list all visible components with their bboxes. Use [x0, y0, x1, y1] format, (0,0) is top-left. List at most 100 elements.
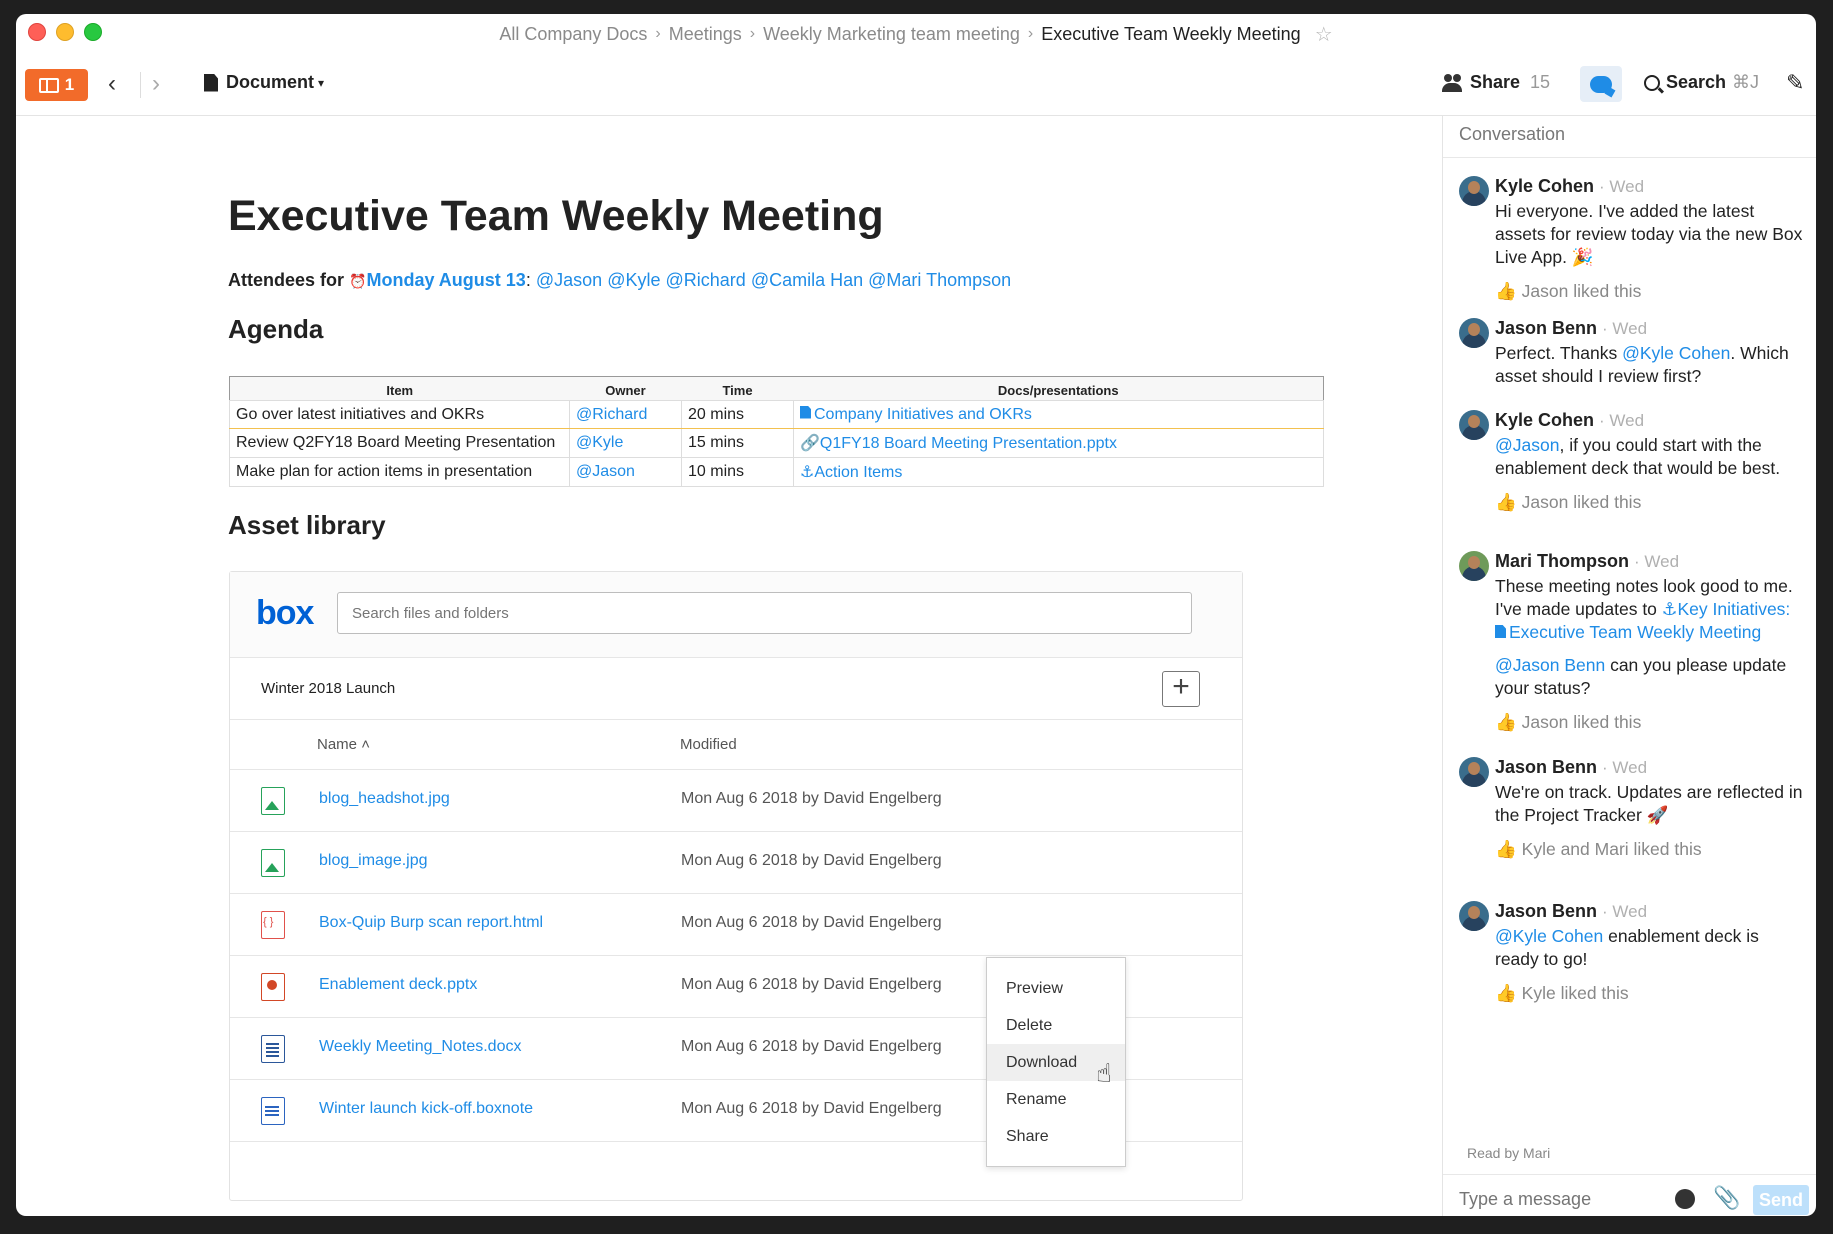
- doc-link[interactable]: Action Items: [814, 464, 902, 481]
- like-text: Jason liked this: [1521, 492, 1642, 512]
- box-logo: box: [256, 594, 314, 632]
- like-line[interactable]: 👍 Jason liked this: [1495, 281, 1804, 302]
- mention-link[interactable]: @Jason: [536, 270, 602, 290]
- star-icon[interactable]: ☆: [1315, 22, 1333, 47]
- table-cell[interactable]: 20 mins: [681, 400, 794, 429]
- message-time: · Wed: [1634, 552, 1680, 571]
- file-name-link[interactable]: Box-Quip Burp scan report.html: [319, 914, 543, 932]
- doc-link[interactable]: ⚓Key Initiatives:: [1662, 599, 1791, 619]
- doc-link-cell[interactable]: ⚓Action Items: [793, 457, 1324, 487]
- table-cell[interactable]: Go over latest initiatives and OKRs: [229, 400, 570, 429]
- sort-by-name-header[interactable]: Name ˄: [317, 736, 370, 753]
- thumbs-up-icon: 👍: [1495, 712, 1517, 732]
- doc-link[interactable]: Q1FY18 Board Meeting Presentation.pptx: [820, 435, 1117, 452]
- avatar[interactable]: [1459, 757, 1489, 787]
- like-line[interactable]: 👍 Kyle and Mari liked this: [1495, 839, 1804, 860]
- breadcrumb-item[interactable]: All Company Docs: [499, 24, 647, 45]
- avatar[interactable]: [1459, 410, 1489, 440]
- mention-link[interactable]: @Kyle Cohen: [1622, 343, 1730, 363]
- doc-link[interactable]: Company Initiatives and OKRs: [814, 406, 1032, 423]
- breadcrumb-separator: ›: [749, 25, 756, 42]
- avatar[interactable]: [1459, 551, 1489, 581]
- page-title[interactable]: Executive Team Weekly Meeting: [228, 192, 884, 241]
- file-modified: Mon Aug 6 2018 by David Engelberg: [681, 1100, 942, 1117]
- message-text: We're on track. Updates are reflected in…: [1495, 782, 1803, 825]
- file-name-link[interactable]: blog_image.jpg: [319, 852, 428, 870]
- mention-link[interactable]: @Mari Thompson: [868, 270, 1011, 290]
- send-button[interactable]: Send: [1753, 1185, 1809, 1215]
- owner-mention[interactable]: @Jason: [569, 457, 682, 487]
- file-row[interactable]: blog_headshot.jpg Mon Aug 6 2018 by Davi…: [230, 770, 1242, 832]
- table-cell[interactable]: 10 mins: [681, 457, 794, 487]
- mention-link[interactable]: @Richard: [666, 270, 746, 290]
- message-author[interactable]: Kyle Cohen: [1495, 410, 1594, 430]
- message-author[interactable]: Jason Benn: [1495, 757, 1597, 777]
- like-line[interactable]: 👍 Jason liked this: [1495, 492, 1804, 513]
- message: Kyle Cohen · Wed Hi everyone. I've added…: [1459, 176, 1804, 302]
- mention-link[interactable]: @Kyle: [607, 270, 660, 290]
- file-name-link[interactable]: Weekly Meeting_Notes.docx: [319, 1038, 521, 1056]
- image-file-icon: [261, 787, 285, 815]
- message: Jason Benn · Wed Perfect. Thanks @Kyle C…: [1459, 318, 1804, 388]
- add-button[interactable]: +: [1162, 671, 1200, 707]
- doc-link-cell[interactable]: 🔗Q1FY18 Board Meeting Presentation.pptx: [793, 428, 1324, 458]
- like-text: Kyle and Mari liked this: [1521, 839, 1702, 859]
- close-window-button[interactable]: [28, 23, 46, 41]
- back-button[interactable]: ‹: [108, 70, 116, 98]
- read-receipt: Read by Mari: [1467, 1145, 1551, 1161]
- message-author[interactable]: Jason Benn: [1495, 901, 1597, 921]
- breadcrumb-item[interactable]: Meetings: [669, 24, 742, 45]
- breadcrumb-item[interactable]: Weekly Marketing team meeting: [763, 24, 1020, 45]
- file-row[interactable]: Box-Quip Burp scan report.html Mon Aug 6…: [230, 894, 1242, 956]
- mention-link[interactable]: @Camila Han: [751, 270, 863, 290]
- menu-item-preview[interactable]: Preview: [987, 970, 1125, 1007]
- avatar[interactable]: [1459, 318, 1489, 348]
- minimize-window-button[interactable]: [56, 23, 74, 41]
- asset-library-heading[interactable]: Asset library: [228, 510, 386, 541]
- message: Kyle Cohen · Wed @Jason, if you could st…: [1459, 410, 1804, 513]
- modified-header[interactable]: Modified: [680, 736, 737, 753]
- table-cell[interactable]: Review Q2FY18 Board Meeting Presentation: [229, 428, 570, 458]
- table-header: Item: [229, 376, 570, 401]
- search-button[interactable]: Search ⌘J: [1644, 72, 1759, 93]
- table-cell[interactable]: Make plan for action items in presentati…: [229, 457, 570, 487]
- message-text: Hi everyone. I've added the latest asset…: [1495, 201, 1803, 267]
- menu-item-share[interactable]: Share: [987, 1118, 1125, 1155]
- mention-link[interactable]: @Jason: [1495, 435, 1559, 455]
- message-author[interactable]: Jason Benn: [1495, 318, 1597, 338]
- box-header: box: [230, 572, 1242, 658]
- document-menu[interactable]: Document ▾: [204, 72, 324, 93]
- owner-mention[interactable]: @Kyle: [569, 428, 682, 458]
- doc-link[interactable]: Executive Team Weekly Meeting: [1509, 622, 1761, 642]
- date-mention[interactable]: Monday August 13: [366, 270, 525, 290]
- inbox-button[interactable]: 1: [25, 69, 88, 101]
- attendees-line[interactable]: Attendees for ⏰Monday August 13: @Jason …: [228, 270, 1011, 291]
- table-cell[interactable]: 15 mins: [681, 428, 794, 458]
- message-text: @Jason, if you could start with the enab…: [1495, 434, 1804, 480]
- mention-link[interactable]: @Jason Benn: [1495, 655, 1605, 675]
- owner-mention[interactable]: @Richard: [569, 400, 682, 429]
- like-line[interactable]: 👍 Kyle liked this: [1495, 983, 1804, 1004]
- box-search-input[interactable]: [337, 592, 1192, 634]
- conversation-toggle-button[interactable]: [1580, 66, 1622, 102]
- file-row[interactable]: blog_image.jpg Mon Aug 6 2018 by David E…: [230, 832, 1242, 894]
- avatar[interactable]: [1459, 176, 1489, 206]
- message-author[interactable]: Mari Thompson: [1495, 551, 1629, 571]
- message-author[interactable]: Kyle Cohen: [1495, 176, 1594, 196]
- doc-link-cell[interactable]: Company Initiatives and OKRs: [793, 400, 1324, 429]
- mention-link[interactable]: @Kyle Cohen: [1495, 926, 1603, 946]
- share-button[interactable]: Share 15: [1442, 72, 1550, 93]
- menu-item-delete[interactable]: Delete: [987, 1007, 1125, 1044]
- compose-icon[interactable]: ✎: [1786, 70, 1804, 96]
- file-name-link[interactable]: Winter launch kick-off.boxnote: [319, 1100, 533, 1118]
- avatar[interactable]: [1459, 901, 1489, 931]
- paperclip-icon[interactable]: 📎: [1713, 1185, 1740, 1211]
- message-input[interactable]: [1459, 1189, 1649, 1210]
- file-name-link[interactable]: blog_headshot.jpg: [319, 790, 450, 808]
- file-name-link[interactable]: Enablement deck.pptx: [319, 976, 477, 994]
- emoji-icon[interactable]: [1675, 1189, 1695, 1209]
- zoom-window-button[interactable]: [84, 23, 102, 41]
- agenda-heading[interactable]: Agenda: [228, 314, 323, 345]
- like-line[interactable]: 👍 Jason liked this: [1495, 712, 1804, 733]
- forward-button[interactable]: ›: [152, 70, 160, 98]
